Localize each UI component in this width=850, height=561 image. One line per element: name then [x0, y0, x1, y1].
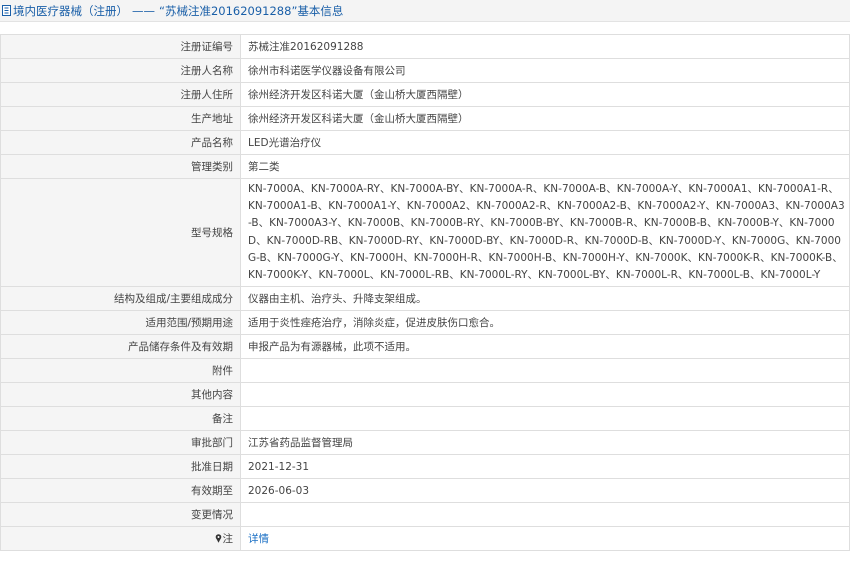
- row-label: 注: [222, 532, 234, 545]
- row-value: 2021-12-31: [240, 454, 850, 480]
- row-label: 结构及组成/主要组成成分: [0, 286, 241, 312]
- row-value: 徐州经济开发区科诺大厦（金山桥大厦西隔壁）: [240, 82, 850, 107]
- row-label: 适用范围/预期用途: [0, 310, 241, 336]
- info-table: 注册证编号 苏械注准20162091288 注册人名称 徐州市科诺医学仪器设备有…: [0, 34, 850, 552]
- row-value: [240, 502, 850, 528]
- table-row: 附件: [0, 358, 850, 384]
- header-separator: ——: [132, 3, 155, 18]
- header-category: 境内医疗器械（注册）: [13, 3, 128, 18]
- row-label: 产品储存条件及有效期: [0, 334, 241, 360]
- row-value: [240, 358, 850, 384]
- table-row: 注册证编号 苏械注准20162091288: [0, 34, 850, 59]
- table-row: 有效期至 2026-06-03: [0, 478, 850, 504]
- row-label: 附件: [0, 358, 241, 384]
- table-row: 变更情况: [0, 502, 850, 528]
- page-header: 境内医疗器械（注册） —— “苏械注准20162091288” 基本信息: [0, 0, 850, 22]
- table-row: 型号规格 KN-7000A、KN-7000A-RY、KN-7000A-BY、KN…: [0, 177, 850, 288]
- table-row: 产品名称 LED光谱治疗仪: [0, 130, 850, 155]
- row-label: 注册证编号: [0, 34, 241, 59]
- table-row: 产品储存条件及有效期 申报产品为有源器械，此项不适用。: [0, 334, 850, 360]
- header-suffix: 基本信息: [297, 3, 344, 18]
- table-row: 备注: [0, 406, 850, 432]
- table-row: 结构及组成/主要组成成分 仪器由主机、治疗头、升降支架组成。: [0, 286, 850, 312]
- document-icon: [2, 5, 11, 16]
- table-row: 其他内容: [0, 382, 850, 408]
- header-record: “苏械注准20162091288”: [159, 3, 298, 18]
- table-row: 生产地址 徐州经济开发区科诺大厦（金山桥大厦西隔壁）: [0, 106, 850, 131]
- table-row: 审批部门 江苏省药品监督管理局: [0, 430, 850, 456]
- row-value: [240, 382, 850, 408]
- row-value: 第二类: [240, 154, 850, 179]
- row-value: 徐州经济开发区科诺大厦（金山桥大厦西隔壁）: [240, 106, 850, 131]
- row-label: 变更情况: [0, 502, 241, 528]
- details-link[interactable]: 详情: [248, 533, 269, 545]
- row-label: 生产地址: [0, 106, 241, 131]
- row-value-cell: 详情: [240, 526, 850, 552]
- table-row: 注册人名称 徐州市科诺医学仪器设备有限公司: [0, 58, 850, 83]
- row-value: 江苏省药品监督管理局: [240, 430, 850, 456]
- row-label: 注册人住所: [0, 82, 241, 107]
- row-value: 2026-06-03: [240, 478, 850, 504]
- row-value: 苏械注准20162091288: [240, 34, 850, 59]
- row-value: LED光谱治疗仪: [240, 130, 850, 155]
- row-label: 管理类别: [0, 154, 241, 179]
- pin-icon: [215, 533, 221, 543]
- row-label: 批准日期: [0, 454, 241, 480]
- row-value: 申报产品为有源器械，此项不适用。: [240, 334, 850, 360]
- row-value: [240, 406, 850, 432]
- table-row: 批准日期 2021-12-31: [0, 454, 850, 480]
- row-value-model-specs: KN-7000A、KN-7000A-RY、KN-7000A-BY、KN-7000…: [240, 177, 850, 288]
- row-value: 适用于炎性痤疮治疗，消除炎症，促进皮肤伤口愈合。: [240, 310, 850, 336]
- table-row: 管理类别 第二类: [0, 154, 850, 179]
- table-row: 注册人住所 徐州经济开发区科诺大厦（金山桥大厦西隔壁）: [0, 82, 850, 107]
- row-value: 徐州市科诺医学仪器设备有限公司: [240, 58, 850, 83]
- row-label: 注册人名称: [0, 58, 241, 83]
- table-row: 适用范围/预期用途 适用于炎性痤疮治疗，消除炎症，促进皮肤伤口愈合。: [0, 310, 850, 336]
- row-value: 仪器由主机、治疗头、升降支架组成。: [240, 286, 850, 312]
- row-label: 有效期至: [0, 478, 241, 504]
- row-label: 产品名称: [0, 130, 241, 155]
- table-row: 注 详情: [0, 526, 850, 552]
- note-label-cell: 注: [0, 526, 241, 552]
- row-label: 型号规格: [0, 177, 241, 288]
- row-label: 审批部门: [0, 430, 241, 456]
- row-label: 备注: [0, 406, 241, 432]
- row-label: 其他内容: [0, 382, 241, 408]
